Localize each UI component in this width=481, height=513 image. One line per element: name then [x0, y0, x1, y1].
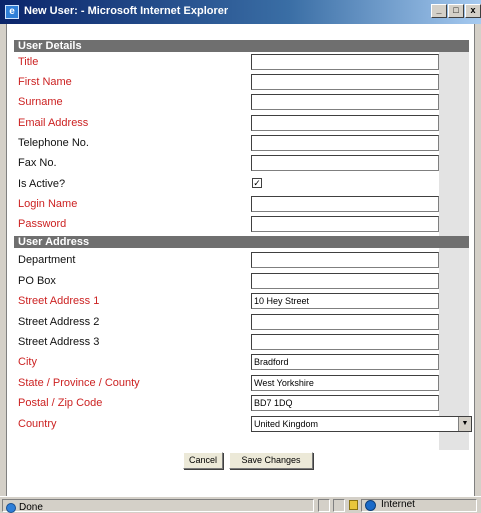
- row-city: City Bradford: [14, 352, 439, 372]
- row-street-2: Street Address 2: [14, 312, 439, 332]
- state-label: State / Province / County: [18, 377, 140, 389]
- status-pane-extra: [333, 499, 345, 512]
- password-label: Password: [18, 218, 67, 230]
- country-select-value: United Kingdom: [254, 419, 319, 429]
- country-select[interactable]: United Kingdom ▼: [251, 416, 472, 432]
- first-name-label: First Name: [18, 76, 72, 88]
- city-input[interactable]: Bradford: [251, 354, 439, 370]
- title-input[interactable]: [251, 54, 439, 70]
- window-frame-right: [474, 24, 481, 496]
- country-label: Country: [18, 418, 57, 430]
- is-active-checkbox[interactable]: ✓: [252, 178, 262, 188]
- row-department: Department: [14, 250, 439, 270]
- fax-input[interactable]: [251, 155, 439, 171]
- email-input[interactable]: [251, 115, 439, 131]
- po-box-label: PO Box: [18, 275, 56, 287]
- street-1-label: Street Address 1: [18, 295, 100, 307]
- minimize-button[interactable]: _: [431, 4, 447, 18]
- zone-text: Internet: [381, 499, 415, 510]
- status-text: Done: [19, 502, 43, 513]
- street-3-input[interactable]: [251, 334, 439, 350]
- state-input[interactable]: West Yorkshire: [251, 375, 439, 391]
- telephone-label: Telephone No.: [18, 137, 89, 149]
- city-label: City: [18, 356, 37, 368]
- row-is-active: Is Active? ✓: [14, 174, 439, 194]
- internet-globe-icon: [365, 500, 376, 511]
- row-email: Email Address: [14, 113, 439, 133]
- window-frame-left: [0, 24, 7, 496]
- maximize-button[interactable]: □: [448, 4, 464, 18]
- street-1-input[interactable]: 10 Hey Street: [251, 293, 439, 309]
- street-2-input[interactable]: [251, 314, 439, 330]
- status-pane-zone: [361, 499, 477, 512]
- surname-input[interactable]: [251, 94, 439, 110]
- postal-label: Postal / Zip Code: [18, 397, 103, 409]
- status-pane-progress: [318, 499, 330, 512]
- street-2-label: Street Address 2: [18, 316, 100, 328]
- row-country: Country United Kingdom ▼: [14, 414, 472, 434]
- section-header-user-address: User Address: [14, 236, 469, 248]
- chevron-down-icon[interactable]: ▼: [458, 417, 471, 431]
- section-header-user-details: User Details: [14, 40, 469, 52]
- window-titlebar[interactable]: e New User: - Microsoft Internet Explore…: [0, 0, 481, 24]
- login-name-label: Login Name: [18, 198, 78, 210]
- ie-window-icon: e: [5, 5, 19, 19]
- row-password: Password: [14, 214, 439, 234]
- window-title: New User: - Microsoft Internet Explorer: [24, 5, 229, 17]
- status-pane-main: Done: [2, 499, 314, 513]
- row-fax: Fax No.: [14, 153, 439, 173]
- login-name-input[interactable]: [251, 196, 439, 212]
- po-box-input[interactable]: [251, 273, 439, 289]
- done-page-icon: [6, 503, 16, 513]
- status-bar: Done Internet: [0, 496, 481, 513]
- first-name-input[interactable]: [251, 74, 439, 90]
- row-postal: Postal / Zip Code BD7 1DQ: [14, 393, 439, 413]
- surname-label: Surname: [18, 96, 63, 108]
- row-street-1: Street Address 1 10 Hey Street: [14, 291, 439, 311]
- row-street-3: Street Address 3: [14, 332, 439, 352]
- lock-icon: [349, 500, 358, 510]
- email-label: Email Address: [18, 117, 89, 129]
- password-input[interactable]: [251, 216, 439, 232]
- is-active-label: Is Active?: [18, 178, 66, 190]
- postal-input[interactable]: BD7 1DQ: [251, 395, 439, 411]
- row-po-box: PO Box: [14, 271, 439, 291]
- telephone-input[interactable]: [251, 135, 439, 151]
- fax-label: Fax No.: [18, 157, 57, 169]
- cancel-button[interactable]: Cancel: [183, 452, 223, 469]
- department-label: Department: [18, 254, 76, 266]
- row-state: State / Province / County West Yorkshire: [14, 373, 439, 393]
- row-telephone: Telephone No.: [14, 133, 439, 153]
- street-3-label: Street Address 3: [18, 336, 100, 348]
- page-content: User Details Title First Name Surname Em…: [7, 24, 474, 496]
- save-changes-button[interactable]: Save Changes: [229, 452, 313, 469]
- department-input[interactable]: [251, 252, 439, 268]
- row-login-name: Login Name: [14, 194, 439, 214]
- row-surname: Surname: [14, 92, 439, 112]
- window-controls: _ □ x: [431, 4, 481, 18]
- row-first-name: First Name: [14, 72, 439, 92]
- row-title: Title: [14, 52, 439, 72]
- close-button[interactable]: x: [465, 4, 481, 18]
- title-label: Title: [18, 56, 39, 68]
